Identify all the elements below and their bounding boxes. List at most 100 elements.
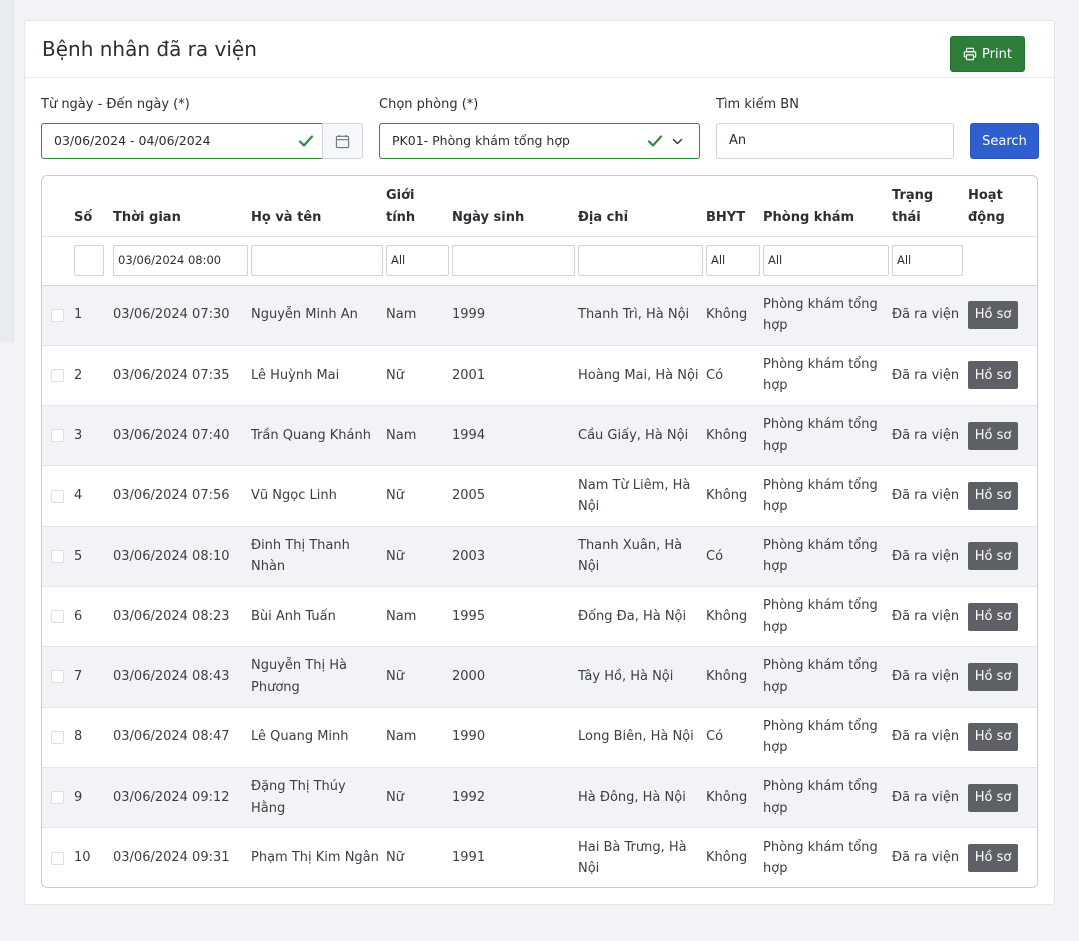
- cell-actions: Hồ sơ: [968, 406, 1037, 466]
- date-range-input[interactable]: 03/06/2024 - 04/06/2024: [41, 123, 323, 159]
- cell-room: Phòng khám tổng hợp: [763, 477, 878, 515]
- row-checkbox[interactable]: [51, 730, 64, 744]
- patient-search-input[interactable]: An: [716, 123, 954, 159]
- header-room[interactable]: Phòng khám: [763, 176, 892, 236]
- row-select-cell: [42, 647, 74, 707]
- header-time[interactable]: Thời gian: [113, 176, 251, 236]
- cell-dob: 2000: [452, 669, 486, 685]
- table-row: 10 03/06/2024 09:31 Phạm Thị Kim Ngân Nữ 199…: [42, 827, 1037, 887]
- cell-name: Đinh Thị Thanh Nhàn: [251, 537, 350, 575]
- cell-so: 7: [74, 669, 83, 685]
- cell-name: Nguyễn Thị Hà Phương: [251, 658, 347, 695]
- cell-bhyt: Không: [706, 669, 748, 685]
- cell-so: 2: [74, 367, 83, 383]
- cell-time: 03/06/2024 07:56: [113, 488, 230, 504]
- patient-record-button[interactable]: Hồ sơ: [968, 361, 1018, 390]
- filter-name-input[interactable]: [251, 245, 383, 276]
- table-body: 1 03/06/2024 07:30 Nguyễn Minh An Nam 1999 Th…: [42, 285, 1037, 887]
- row-checkbox[interactable]: [51, 429, 64, 443]
- header-actions: Hoạt động: [968, 176, 1037, 236]
- patient-record-button[interactable]: Hồ sơ: [968, 723, 1018, 752]
- cell-gender: Nữ: [386, 367, 404, 383]
- room-select-value: PK01- Phòng khám tổng hợp: [392, 133, 570, 148]
- filter-dob-input[interactable]: [452, 245, 575, 276]
- header-gender[interactable]: Giới tính: [386, 176, 452, 236]
- cell-address: Tây Hồ, Hà Nội: [578, 669, 674, 685]
- cell-bhyt: Không: [706, 307, 748, 323]
- table-row: 9 03/06/2024 09:12 Đặng Thị Thúy Hằng Nữ 199…: [42, 767, 1037, 828]
- row-checkbox[interactable]: [51, 549, 64, 563]
- cell-time: 03/06/2024 08:23: [113, 608, 230, 624]
- patient-record-button[interactable]: Hồ sơ: [968, 421, 1018, 450]
- cell-name: Phạm Thị Kim Ngân: [251, 850, 379, 866]
- header-name[interactable]: Họ và tên: [251, 176, 386, 236]
- cell-room: Phòng khám tổng hợp: [763, 598, 878, 635]
- search-patient-label: Tìm kiếm BN: [716, 97, 799, 112]
- cell-room: Phòng khám tổng hợp: [763, 718, 878, 756]
- row-checkbox[interactable]: [51, 368, 64, 382]
- filter-status-select[interactable]: All: [892, 245, 963, 276]
- filter-time-input[interactable]: 03/06/2024 08:00: [113, 245, 248, 276]
- patient-record-button[interactable]: Hồ sơ: [968, 844, 1018, 873]
- room-select[interactable]: PK01- Phòng khám tổng hợp: [379, 123, 700, 159]
- cell-bhyt: Không: [706, 488, 748, 504]
- filter-room-select[interactable]: All: [763, 245, 889, 276]
- cell-status: Đã ra viện: [892, 488, 960, 504]
- patient-record-button[interactable]: Hồ sơ: [968, 783, 1018, 812]
- cell-dob: 1995: [452, 608, 486, 624]
- search-button[interactable]: Search: [970, 123, 1039, 159]
- cell-so: 4: [74, 488, 83, 504]
- table-row: 2 03/06/2024 07:35 Lê Huỳnh Mai Nữ 2001 Hoàng…: [42, 345, 1037, 406]
- patient-record-button[interactable]: Hồ sơ: [968, 482, 1018, 511]
- cell-address: Thanh Xuân, Hà Nội: [578, 537, 683, 575]
- header-status[interactable]: Trạng thái: [892, 176, 968, 236]
- header-dob[interactable]: Ngày sinh: [452, 176, 578, 236]
- cell-dob: 2003: [452, 548, 486, 564]
- row-checkbox[interactable]: [51, 610, 64, 624]
- filter-bhyt-select[interactable]: All: [706, 245, 760, 276]
- cell-bhyt: Không: [706, 427, 748, 443]
- patient-record-button[interactable]: Hồ sơ: [968, 542, 1018, 571]
- row-checkbox[interactable]: [51, 670, 64, 684]
- cell-gender: Nam: [386, 608, 417, 624]
- print-button[interactable]: Print: [950, 36, 1025, 72]
- page-title: Bệnh nhân đã ra viện: [42, 37, 257, 61]
- filter-gender-select[interactable]: All: [386, 245, 449, 276]
- cell-status: Đã ra viện: [892, 789, 960, 805]
- cell-time: 03/06/2024 09:31: [113, 850, 230, 866]
- header-bhyt[interactable]: BHYT: [706, 176, 763, 236]
- cell-so: 8: [74, 729, 83, 745]
- cell-address: Long Biên, Hà Nội: [578, 729, 694, 745]
- filter-cell-select: [42, 236, 74, 285]
- cell-so: 1: [74, 307, 83, 323]
- chevron-down-icon: [672, 138, 683, 145]
- patient-record-button[interactable]: Hồ sơ: [968, 301, 1018, 330]
- cell-name: Lê Quang Minh: [251, 729, 349, 745]
- patient-record-button[interactable]: Hồ sơ: [968, 662, 1018, 691]
- calendar-button[interactable]: [322, 123, 363, 159]
- cell-so: 6: [74, 608, 83, 624]
- header-so[interactable]: Số: [74, 176, 113, 236]
- printer-icon: [963, 47, 977, 61]
- filter-address-input[interactable]: [578, 245, 703, 276]
- row-checkbox[interactable]: [51, 489, 64, 503]
- patient-search-value: An: [729, 133, 747, 148]
- cell-time: 03/06/2024 07:35: [113, 367, 230, 383]
- row-select-cell: [42, 285, 74, 345]
- filter-cell-actions: [968, 236, 1037, 285]
- cell-actions: Hồ sơ: [968, 526, 1037, 586]
- row-select-cell: [42, 345, 74, 405]
- cell-bhyt: Không: [706, 608, 748, 624]
- cell-room: Phòng khám tổng hợp: [763, 417, 878, 454]
- row-select-cell: [42, 406, 74, 466]
- row-select-cell: [42, 586, 74, 646]
- header-status-line2: thái: [892, 209, 921, 225]
- filter-so-input[interactable]: [74, 245, 104, 276]
- side-panel-edge: [0, 0, 14, 342]
- row-checkbox[interactable]: [51, 851, 64, 865]
- print-label: Print: [982, 46, 1012, 62]
- row-checkbox[interactable]: [51, 791, 64, 805]
- header-address[interactable]: Địa chỉ: [578, 176, 706, 236]
- row-checkbox[interactable]: [51, 308, 64, 322]
- patient-record-button[interactable]: Hồ sơ: [968, 602, 1018, 631]
